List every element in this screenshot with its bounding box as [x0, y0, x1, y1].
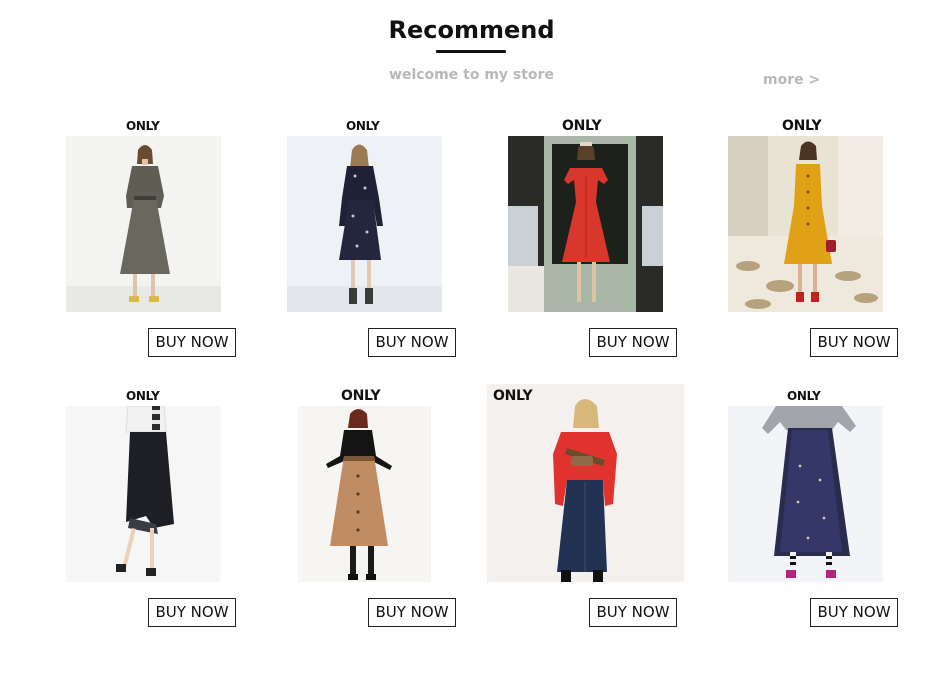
- brand-logo: ONLY: [126, 389, 160, 403]
- product-image[interactable]: [287, 136, 442, 312]
- product-image[interactable]: [487, 384, 684, 582]
- brand-logo: ONLY: [782, 118, 822, 134]
- buy-now-button[interactable]: BUY NOW: [368, 328, 456, 357]
- brand-logo: ONLY: [493, 388, 533, 404]
- brand-logo: ONLY: [346, 119, 380, 133]
- brand-logo: ONLY: [787, 389, 821, 403]
- title-underline: [436, 50, 506, 53]
- product-image[interactable]: [66, 136, 221, 312]
- brand-logo: ONLY: [562, 118, 602, 134]
- buy-now-button[interactable]: BUY NOW: [810, 598, 898, 627]
- page-title: Recommend: [388, 16, 555, 44]
- buy-now-button[interactable]: BUY NOW: [589, 598, 677, 627]
- buy-now-button[interactable]: BUY NOW: [148, 328, 236, 357]
- product-image[interactable]: [728, 136, 883, 312]
- product-image[interactable]: [508, 136, 663, 312]
- brand-logo: ONLY: [126, 119, 160, 133]
- buy-now-button[interactable]: BUY NOW: [368, 598, 456, 627]
- product-image[interactable]: [66, 406, 221, 582]
- buy-now-button[interactable]: BUY NOW: [810, 328, 898, 357]
- more-link[interactable]: more >: [763, 72, 820, 88]
- product-image[interactable]: [298, 406, 431, 582]
- buy-now-button[interactable]: BUY NOW: [589, 328, 677, 357]
- product-image[interactable]: [728, 406, 883, 582]
- brand-logo: ONLY: [341, 388, 381, 404]
- buy-now-button[interactable]: BUY NOW: [148, 598, 236, 627]
